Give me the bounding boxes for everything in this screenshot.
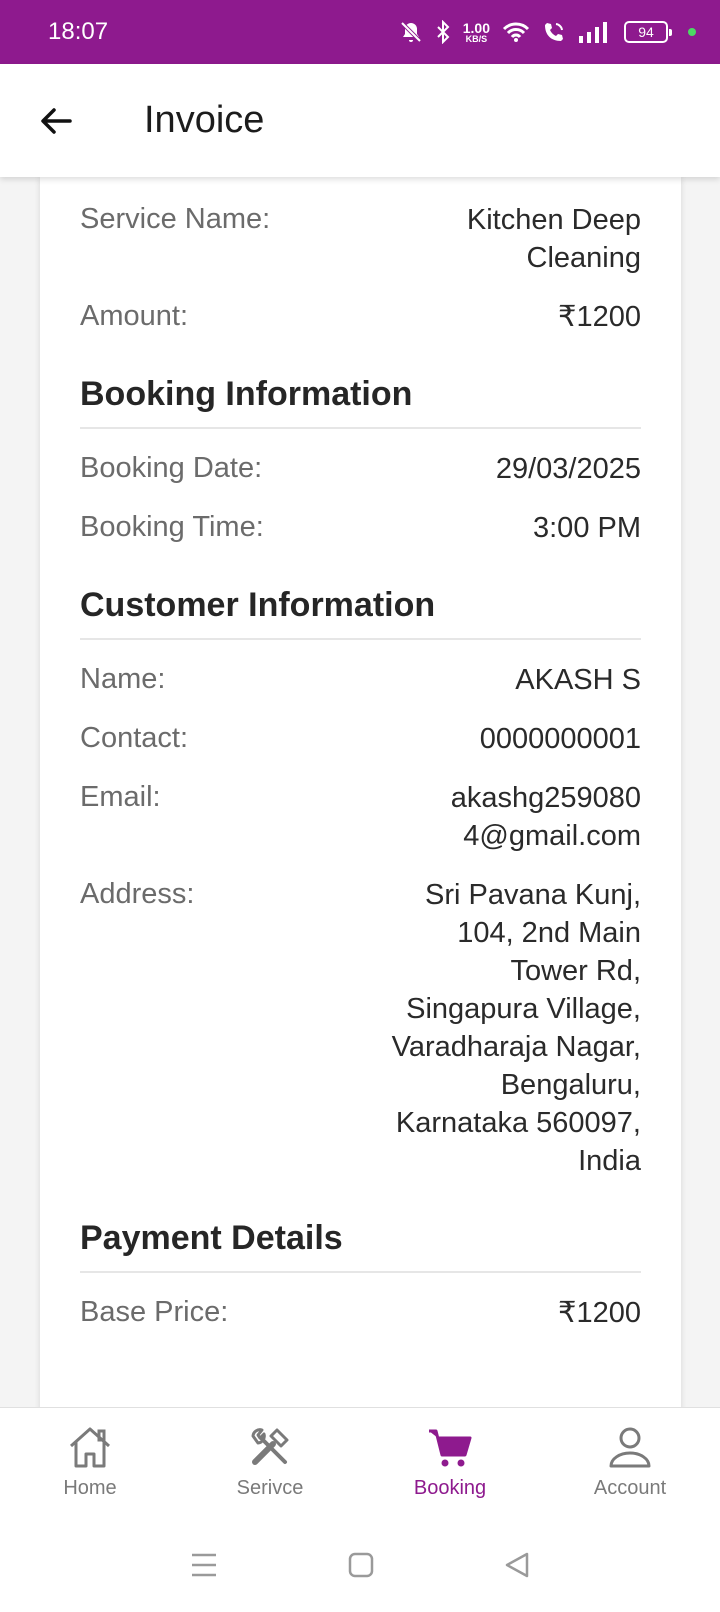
- speed-unit: KB/S: [465, 33, 488, 44]
- base-price-value: ₹1200: [558, 1297, 641, 1329]
- bottom-nav: Home Serivce Booking Account: [0, 1407, 720, 1517]
- nav-account-label: Account: [593, 1477, 667, 1499]
- nav-booking-label: Booking: [413, 1477, 487, 1499]
- battery-level: 94: [638, 24, 654, 40]
- nav-home[interactable]: Home: [0, 1408, 180, 1517]
- customer-name-label: Name:: [80, 663, 166, 695]
- payment-details-heading: Payment Details: [80, 1216, 641, 1273]
- page-title: Invoice: [144, 99, 265, 141]
- customer-name-value: AKASH S: [515, 664, 641, 696]
- battery-icon: 94: [624, 21, 672, 43]
- booking-date-value: 29/03/2025: [495, 453, 641, 485]
- amount-label: Amount:: [80, 300, 188, 332]
- cart-icon: [429, 1429, 472, 1467]
- back-button[interactable]: [26, 91, 86, 151]
- nav-home-label: Home: [63, 1477, 117, 1499]
- mute-bell-icon: [400, 21, 422, 43]
- status-bar: 18:07 1.00 KB/S 94: [0, 0, 720, 64]
- email-label: Email:: [80, 781, 161, 813]
- nav-service[interactable]: Serivce: [180, 1408, 360, 1517]
- nav-account[interactable]: Account: [540, 1408, 720, 1517]
- status-time: 18:07: [48, 18, 109, 45]
- tools-icon: [251, 1428, 289, 1465]
- invoice-scroll-area[interactable]: Service Name: Kitchen Deep Cleaning Amou…: [0, 177, 720, 1407]
- booking-time-label: Booking Time:: [80, 511, 264, 543]
- amount-row: Amount: ₹1200: [80, 298, 641, 336]
- nav-booking[interactable]: Booking: [360, 1408, 540, 1517]
- address-value: Sri Pavana Kunj, 104, 2nd Main Tower Rd,…: [391, 879, 641, 1177]
- app-bar: Invoice: [0, 64, 720, 177]
- base-price-row: Base Price: ₹1200: [80, 1294, 641, 1332]
- contact-label: Contact:: [80, 722, 188, 754]
- service-name-label: Service Name:: [80, 203, 271, 235]
- base-price-label: Base Price:: [80, 1296, 229, 1328]
- signal-icon: [579, 22, 607, 43]
- wifi-calling-icon: [545, 23, 563, 41]
- service-name-value: Kitchen Deep Cleaning: [466, 204, 641, 274]
- booking-info-heading: Booking Information: [80, 372, 641, 429]
- menu-icon[interactable]: [190, 1552, 218, 1578]
- user-icon: [609, 1427, 651, 1468]
- arrow-left-icon: [41, 107, 72, 134]
- customer-info-heading: Customer Information: [80, 583, 641, 640]
- system-nav-bar: [0, 1517, 720, 1612]
- customer-name-row: Name: AKASH S: [80, 661, 641, 699]
- charging-dot: [688, 28, 696, 36]
- address-row: Address: Sri Pavana Kunj, 104, 2nd Main …: [80, 876, 641, 1180]
- booking-date-label: Booking Date:: [80, 452, 263, 484]
- wifi-icon: [502, 22, 530, 42]
- nav-service-label: Serivce: [236, 1477, 304, 1499]
- booking-time-value: 3:00 PM: [533, 512, 641, 544]
- home-icon: [69, 1427, 111, 1468]
- speed-value: 1.00: [462, 19, 490, 36]
- invoice-card: Service Name: Kitchen Deep Cleaning Amou…: [40, 177, 681, 1407]
- email-value: akashg2590804@gmail.com: [450, 782, 641, 852]
- bluetooth-icon: [437, 20, 450, 44]
- contact-value: 0000000001: [479, 723, 641, 755]
- contact-row: Contact: 0000000001: [80, 720, 641, 758]
- amount-value: ₹1200: [558, 301, 641, 333]
- email-row: Email: akashg2590804@gmail.com: [80, 779, 641, 855]
- network-speed: 1.00 KB/S: [463, 21, 490, 44]
- service-name-row: Service Name: Kitchen Deep Cleaning: [80, 201, 641, 277]
- status-icons: 1.00 KB/S 94: [399, 20, 696, 44]
- home-square-icon[interactable]: [348, 1552, 374, 1578]
- back-triangle-icon[interactable]: [504, 1551, 530, 1579]
- booking-time-row: Booking Time: 3:00 PM: [80, 509, 641, 547]
- booking-date-row: Booking Date: 29/03/2025: [80, 450, 641, 488]
- address-label: Address:: [80, 878, 195, 910]
